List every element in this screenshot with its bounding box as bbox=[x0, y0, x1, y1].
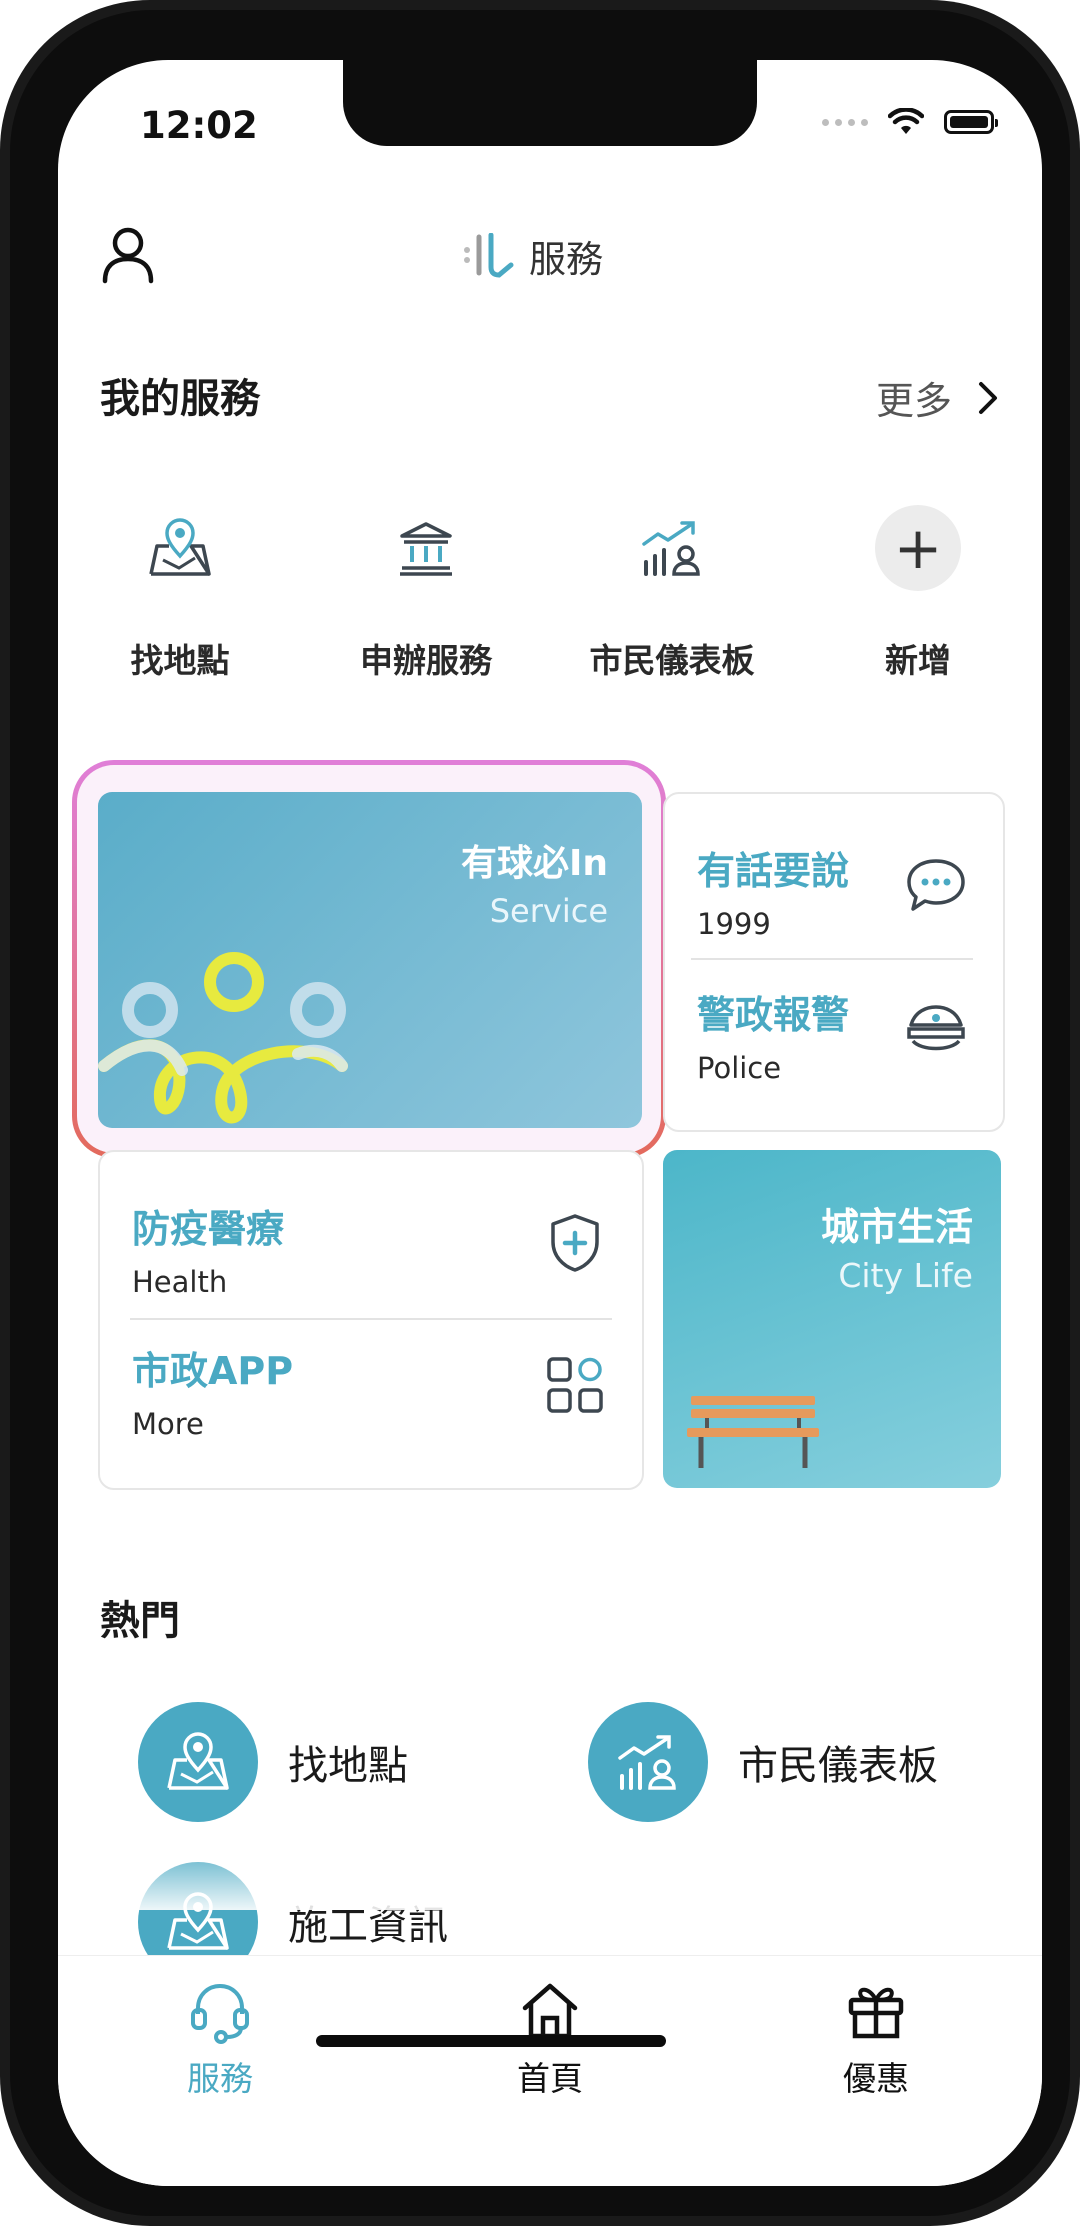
signal-icon bbox=[822, 118, 868, 126]
tab-offers[interactable]: 優惠 bbox=[776, 1978, 976, 2100]
divider bbox=[691, 958, 973, 960]
plus-icon: + bbox=[875, 505, 961, 591]
brand: 服務 bbox=[463, 229, 603, 283]
tab-label: 優惠 bbox=[843, 2059, 909, 2098]
scroll-fade bbox=[58, 1840, 1042, 1910]
app-screen: 12:02 服務 我的服務 更多 找地點 申辦服務 市民儀表板 + 新增 有球必… bbox=[58, 60, 1042, 2186]
hot-label: 找地點 bbox=[288, 1743, 408, 1789]
card-group-talk-police: 有話要說 1999 警政報警 Police bbox=[663, 792, 1005, 1132]
hot-dashboard[interactable]: 市民儀表板 bbox=[588, 1702, 938, 1822]
divider bbox=[130, 1318, 612, 1320]
more-label: 更多 bbox=[875, 379, 952, 423]
chat-bubble-icon bbox=[907, 859, 965, 911]
phone-bezel: 12:02 服務 我的服務 更多 找地點 申辦服務 市民儀表板 + 新增 有球必… bbox=[10, 10, 1070, 2216]
service-apply[interactable]: 申辦服務 bbox=[326, 500, 526, 682]
card-group-health-app: 防疫醫療 Health 市政APP More bbox=[98, 1150, 644, 1490]
top-bar: 服務 bbox=[58, 215, 1042, 315]
wifi-icon bbox=[888, 108, 924, 134]
status-indicators bbox=[822, 108, 998, 136]
home-indicator[interactable] bbox=[316, 2035, 666, 2047]
tab-label: 服務 bbox=[187, 2059, 253, 2098]
more-button[interactable]: 更多 bbox=[876, 370, 998, 425]
tab-services[interactable]: 服務 bbox=[120, 1978, 320, 2100]
card-talk[interactable]: 有話要說 1999 bbox=[697, 840, 975, 941]
tab-label: 首頁 bbox=[517, 2059, 583, 2098]
card-police[interactable]: 警政報警 Police bbox=[697, 984, 975, 1085]
government-building-icon bbox=[400, 522, 452, 576]
card-title: 有球必In bbox=[460, 843, 608, 884]
service-add[interactable]: + 新增 bbox=[818, 500, 1018, 682]
card-subtitle: Service bbox=[489, 892, 608, 930]
hot-title: 熱門 bbox=[100, 1598, 180, 1644]
chevron-right-icon bbox=[979, 381, 997, 414]
shield-plus-icon bbox=[551, 1214, 599, 1272]
hot-find-place[interactable]: 找地點 bbox=[138, 1702, 408, 1822]
service-label: 找地點 bbox=[130, 641, 230, 680]
notch bbox=[343, 60, 757, 146]
card-title: 城市生活 bbox=[820, 1205, 973, 1249]
card-city-life[interactable]: 城市生活 City Life bbox=[663, 1150, 1001, 1488]
gift-icon bbox=[848, 1987, 904, 2039]
dashboard-chart-icon bbox=[642, 521, 700, 576]
tab-bar: 服務 首頁 優惠 bbox=[58, 1955, 1042, 2186]
card-health[interactable]: 防疫醫療 Health bbox=[132, 1198, 614, 1299]
service-label: 市民儀表板 bbox=[589, 641, 755, 680]
map-pin-icon bbox=[149, 518, 211, 576]
phone-frame: 12:02 服務 我的服務 更多 找地點 申辦服務 市民儀表板 + 新增 有球必… bbox=[0, 0, 1080, 2226]
apps-grid-icon bbox=[547, 1357, 603, 1413]
page-title: 服務 bbox=[529, 238, 603, 281]
police-cap-icon bbox=[907, 1005, 965, 1051]
service-find-place[interactable]: 找地點 bbox=[80, 500, 280, 682]
profile-icon[interactable] bbox=[100, 225, 156, 285]
bench-icon bbox=[687, 1396, 819, 1468]
app-logo-icon bbox=[464, 233, 514, 278]
map-pin-icon bbox=[167, 1732, 229, 1790]
my-services-title: 我的服務 bbox=[100, 376, 260, 422]
people-loop-icon bbox=[98, 952, 348, 1124]
dashboard-chart-icon bbox=[618, 1735, 676, 1790]
service-label: 新增 bbox=[885, 641, 951, 680]
headset-icon bbox=[191, 1983, 249, 2044]
card-subtitle: City Life bbox=[838, 1256, 973, 1295]
hot-label: 市民儀表板 bbox=[738, 1743, 938, 1789]
service-dashboard[interactable]: 市民儀表板 bbox=[572, 500, 772, 682]
service-label: 申辦服務 bbox=[360, 641, 492, 680]
card-ball[interactable]: 有球必In Service bbox=[98, 792, 642, 1128]
card-app[interactable]: 市政APP More bbox=[132, 1340, 614, 1441]
status-time: 12:02 bbox=[140, 104, 258, 147]
battery-icon bbox=[944, 110, 998, 134]
